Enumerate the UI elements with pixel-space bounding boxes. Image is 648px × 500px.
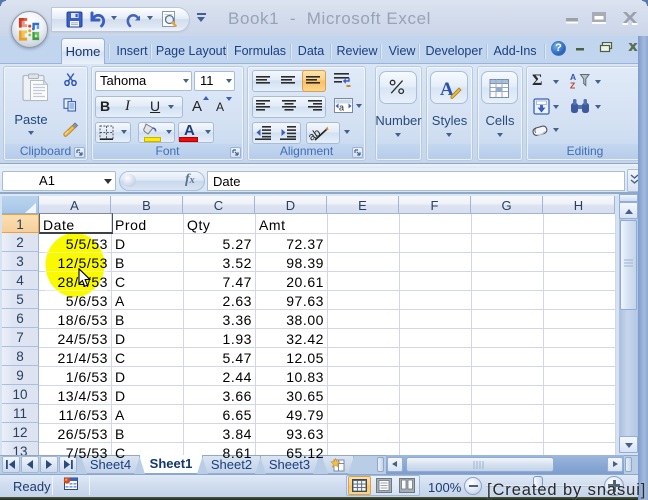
svg-text:a: a — [339, 103, 344, 113]
svg-text:Z: Z — [570, 81, 575, 91]
